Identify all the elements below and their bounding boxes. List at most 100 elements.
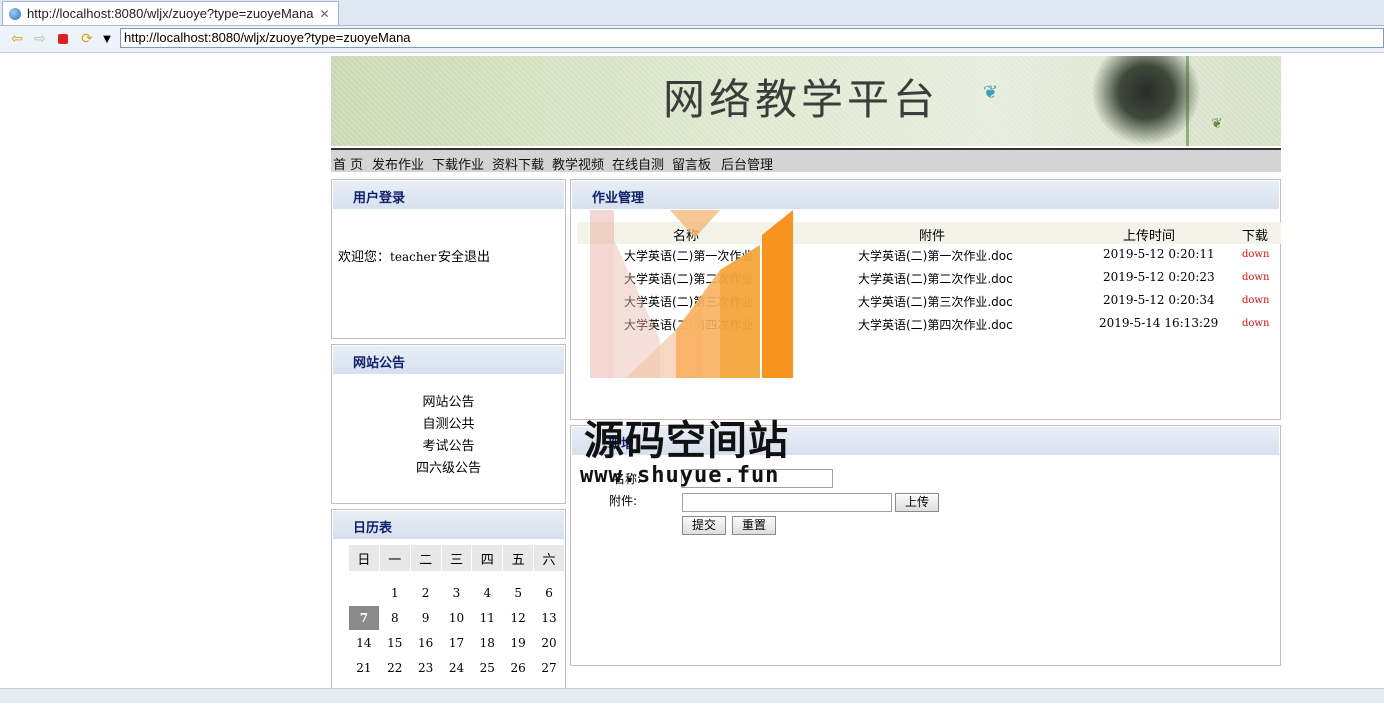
calendar-day[interactable]: 5 (503, 581, 533, 605)
homework-file: 大学英语(二)第一次作业.doc (858, 249, 1013, 263)
calendar-day[interactable]: 9 (411, 606, 441, 630)
file-input[interactable] (682, 493, 892, 512)
calendar-day[interactable]: 23 (411, 656, 441, 680)
forward-arrow-icon[interactable]: ⇨ (31, 30, 49, 48)
calendar-week-row: 14 15 16 17 18 19 20 (349, 631, 564, 655)
download-link[interactable]: down (1242, 295, 1269, 306)
calendar-day[interactable]: 27 (534, 656, 564, 680)
username: teacher (390, 250, 437, 264)
calendar-day[interactable]: 8 (380, 606, 410, 630)
notice-item[interactable]: 网站公告 (332, 391, 565, 410)
butterfly-icon: ❦ (1211, 116, 1223, 132)
browser-tab[interactable]: http://localhost:8080/wljx/zuoye?type=zu… (2, 1, 339, 25)
menu-item-video[interactable]: 教学视频 (552, 154, 604, 173)
download-link[interactable]: down (1242, 249, 1269, 260)
download-link[interactable]: down (1242, 318, 1269, 329)
browser-tab-bar: http://localhost:8080/wljx/zuoye?type=zu… (0, 0, 1384, 26)
menu-item-guestbook[interactable]: 留言板 (672, 154, 711, 173)
welcome-text: 欢迎您：teacher (338, 246, 436, 265)
menu-item-home[interactable]: 首 页 (333, 154, 363, 173)
calendar-day-today[interactable]: 7 (349, 606, 379, 630)
main-menu: 首 页 发布作业 下载作业 资料下载 教学视频 在线自测 留言板 后台管理 (331, 148, 1281, 173)
calendar-day[interactable]: 10 (442, 606, 472, 630)
download-link[interactable]: down (1242, 272, 1269, 283)
watermark-text: 源码空间站 (584, 418, 789, 464)
refresh-icon[interactable]: ⟳ (78, 30, 96, 48)
calendar-day[interactable]: 20 (534, 631, 564, 655)
panel-header: 日历表 (333, 511, 564, 539)
reset-button[interactable]: 重置 (732, 516, 776, 535)
calendar-day[interactable]: 2 (411, 581, 441, 605)
close-icon[interactable]: ✕ (320, 7, 330, 21)
notice-item[interactable]: 四六级公告 (332, 457, 565, 476)
calendar-week-row: 1 2 3 4 5 6 (349, 581, 564, 605)
menu-item-publish[interactable]: 发布作业 (372, 154, 424, 173)
chevron-down-icon[interactable]: ▼ (98, 30, 116, 48)
menu-item-admin[interactable]: 后台管理 (721, 154, 773, 173)
notice-panel: 网站公告 网站公告 自测公共 考试公告 四六级公告 (331, 344, 566, 504)
calendar-day[interactable]: 25 (472, 656, 502, 680)
upload-time: 2019-5-12 0:20:11 (1103, 247, 1215, 261)
calendar-day[interactable]: 19 (503, 631, 533, 655)
butterfly-icon: ❦ (983, 82, 999, 103)
panel-title: 网站公告 (353, 356, 406, 371)
calendar-day[interactable]: 11 (472, 606, 502, 630)
site-title: 网络教学平台 (663, 75, 940, 124)
logo-shape (720, 245, 760, 378)
calendar-day[interactable]: 13 (534, 606, 564, 630)
calendar-day[interactable]: 15 (380, 631, 410, 655)
panel-header: 用户登录 (333, 181, 564, 209)
calendar-day[interactable]: 17 (442, 631, 472, 655)
watermark-url: www.shuyue.fun (580, 463, 780, 488)
globe-icon (9, 7, 21, 20)
calendar-day[interactable]: 6 (534, 581, 564, 605)
weekday: 日 (349, 545, 379, 571)
browser-nav-bar: ⇦ ⇨ ⟳ ▼ http://localhost:8080/wljx/zuoye… (0, 26, 1384, 53)
menu-item-materials[interactable]: 资料下载 (492, 154, 544, 173)
homework-file: 大学英语(二)第三次作业.doc (858, 295, 1013, 309)
upload-button[interactable]: 上传 (895, 493, 939, 512)
calendar-day[interactable]: 1 (380, 581, 410, 605)
column-header-time: 上传时间 (1123, 229, 1176, 244)
upload-time: 2019-5-12 0:20:34 (1103, 293, 1215, 307)
weekday: 五 (503, 545, 534, 571)
upload-time: 2019-5-14 16:13:29 (1099, 316, 1219, 330)
panel-title: 作业管理 (592, 191, 645, 206)
file-label: 附件: (609, 494, 638, 508)
calendar-day[interactable]: 21 (349, 656, 379, 680)
url-input[interactable]: http://localhost:8080/wljx/zuoye?type=zu… (120, 28, 1384, 48)
stop-icon[interactable] (54, 30, 72, 48)
weekday: 二 (410, 545, 441, 571)
calendar-day[interactable]: 14 (349, 631, 379, 655)
column-header-download: 下载 (1242, 229, 1269, 244)
menu-item-download-homework[interactable]: 下载作业 (432, 154, 484, 173)
weekday: 六 (534, 545, 564, 571)
weekday: 一 (379, 545, 410, 571)
calendar-day[interactable]: 4 (472, 581, 502, 605)
notice-item[interactable]: 考试公告 (332, 435, 565, 454)
panel-title: 用户登录 (353, 191, 406, 206)
menu-item-selftest[interactable]: 在线自测 (612, 154, 664, 173)
calendar-day[interactable]: 12 (503, 606, 533, 630)
weekday: 四 (472, 545, 503, 571)
logout-link[interactable]: 安全退出 (438, 246, 490, 265)
calendar-day[interactable]: 18 (472, 631, 502, 655)
calendar-day[interactable] (349, 581, 379, 605)
calendar-table: 日 一 二 三 四 五 六 1 2 3 4 5 6 7 8 9 10 11 12… (348, 544, 565, 706)
panel-title: 日历表 (353, 521, 393, 536)
calendar-day[interactable]: 22 (380, 656, 410, 680)
notice-item[interactable]: 自测公共 (332, 413, 565, 432)
calendar-day[interactable]: 16 (411, 631, 441, 655)
calendar-day[interactable]: 24 (442, 656, 472, 680)
login-panel: 用户登录 欢迎您：teacher 安全退出 (331, 179, 566, 339)
logo-shape (676, 270, 720, 378)
calendar-week-row: 7 8 9 10 11 12 13 (349, 606, 564, 630)
upload-time: 2019-5-12 0:20:23 (1103, 270, 1215, 284)
site-banner: 网络教学平台 ❦ ❦ (331, 56, 1281, 146)
submit-button[interactable]: 提交 (682, 516, 726, 535)
back-arrow-icon[interactable]: ⇦ (8, 30, 26, 48)
calendar-day[interactable]: 3 (442, 581, 472, 605)
logo-shape (590, 210, 614, 378)
welcome-label: 欢迎您： (338, 250, 391, 265)
calendar-day[interactable]: 26 (503, 656, 533, 680)
